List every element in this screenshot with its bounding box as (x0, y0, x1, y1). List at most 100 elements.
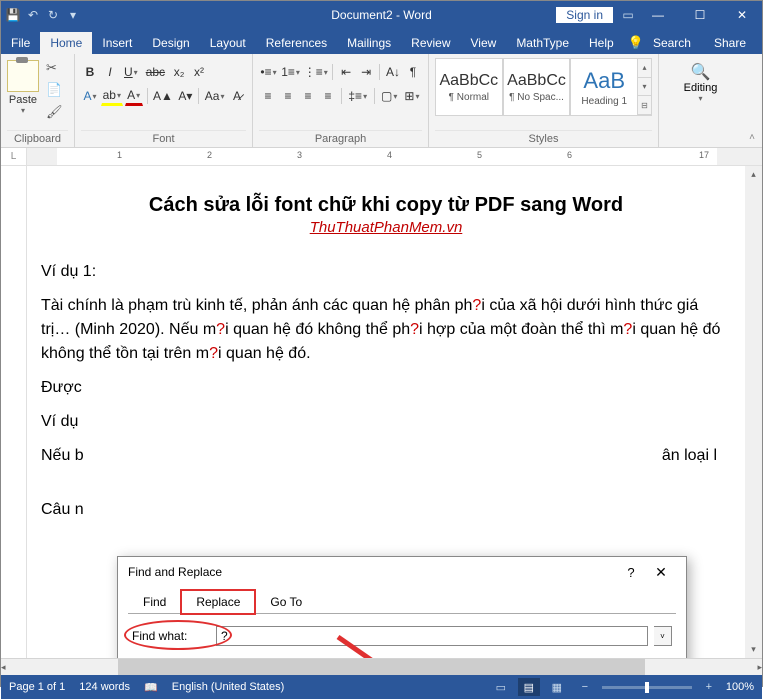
document-area: Cách sửa lỗi font chữ khi copy từ PDF sa… (1, 166, 762, 658)
signin-button[interactable]: Sign in (555, 6, 614, 24)
tab-references[interactable]: References (256, 32, 337, 54)
dialog-help-button[interactable]: ? (616, 565, 646, 580)
superscript-button[interactable]: x² (190, 62, 208, 82)
styles-scroll[interactable]: ▴▾⊟ (638, 58, 652, 116)
group-font: Font (81, 130, 246, 147)
web-layout-button[interactable]: ▦ (546, 678, 568, 696)
tab-review[interactable]: Review (401, 32, 460, 54)
bullets-button[interactable]: •≡▾ (259, 62, 278, 82)
increase-indent-button[interactable]: ⇥ (357, 62, 375, 82)
close-button[interactable]: ✕ (722, 1, 762, 29)
autosave-icon[interactable]: 💾 (5, 7, 21, 23)
style-heading1[interactable]: AaB Heading 1 (570, 58, 638, 116)
dialog-tab-replace[interactable]: Replace (181, 590, 255, 614)
doc-paragraph: Tài chính là phạm trù kinh tế, phản ánh … (41, 294, 731, 366)
share-button[interactable]: Share (706, 34, 754, 52)
tab-insert[interactable]: Insert (92, 32, 142, 54)
undo-icon[interactable]: ↶ (25, 7, 41, 23)
zoom-slider[interactable] (602, 686, 692, 689)
decrease-indent-button[interactable]: ⇤ (337, 62, 355, 82)
paste-icon[interactable] (7, 60, 39, 92)
align-left-button[interactable]: ≡ (259, 86, 277, 106)
window-title: Document2 - Word (331, 8, 431, 22)
align-center-button[interactable]: ≡ (279, 86, 297, 106)
qat-customize-icon[interactable]: ▾ (65, 7, 81, 23)
spellcheck-icon[interactable]: 📖 (144, 681, 158, 694)
redo-icon[interactable]: ↻ (45, 7, 61, 23)
style-normal[interactable]: AaBbCc ¶ Normal (435, 58, 503, 116)
dialog-tab-goto[interactable]: Go To (255, 590, 317, 614)
dialog-tab-find[interactable]: Find (128, 590, 181, 614)
zoom-level[interactable]: 100% (726, 681, 754, 693)
copy-icon[interactable]: 📄 (46, 82, 63, 98)
shading-button[interactable]: ▢▾ (378, 86, 399, 106)
sort-button[interactable]: A↓ (384, 62, 402, 82)
format-painter-icon[interactable]: 🖌 (46, 104, 63, 120)
language-indicator[interactable]: English (United States) (172, 681, 285, 693)
bold-button[interactable]: B (81, 62, 99, 82)
word-count[interactable]: 124 words (79, 681, 130, 693)
multilevel-button[interactable]: ⋮≡▾ (303, 62, 328, 82)
tab-help[interactable]: Help (579, 32, 624, 54)
borders-button[interactable]: ⊞▾ (402, 86, 422, 106)
grow-font-button[interactable]: A▲ (151, 86, 174, 106)
tab-design[interactable]: Design (142, 32, 199, 54)
search-box[interactable]: Search (647, 32, 697, 54)
print-layout-button[interactable]: ▤ (518, 678, 540, 696)
paste-button[interactable]: Paste (9, 94, 37, 106)
tab-home[interactable]: Home (40, 32, 92, 54)
page-indicator[interactable]: Page 1 of 1 (9, 681, 65, 693)
doc-paragraph: Câu n (41, 498, 731, 522)
doc-paragraph: Ví dụ (41, 410, 731, 434)
dialog-close-button[interactable]: ✕ (646, 564, 676, 581)
justify-button[interactable]: ≡ (319, 86, 337, 106)
group-styles: Styles (435, 130, 652, 147)
tab-file[interactable]: File (1, 32, 40, 54)
ribbon-options-icon[interactable]: ▭ (620, 7, 636, 23)
find-what-input[interactable] (216, 626, 648, 646)
scroll-thumb[interactable] (118, 659, 644, 675)
cut-icon[interactable]: ✂ (46, 60, 63, 76)
maximize-button[interactable]: ☐ (680, 1, 720, 29)
text-effects-button[interactable]: A▾ (81, 86, 99, 106)
scroll-down-icon[interactable]: ▾ (745, 641, 762, 658)
align-right-button[interactable]: ≡ (299, 86, 317, 106)
tab-mailings[interactable]: Mailings (337, 32, 401, 54)
doc-paragraph: Ví dụ 1: (41, 260, 731, 284)
highlight-button[interactable]: ab▾ (101, 86, 123, 106)
search-icon: 💡 (628, 35, 644, 51)
vertical-scrollbar[interactable]: ▴ ▾ (745, 166, 762, 658)
subscript-button[interactable]: x₂ (170, 62, 188, 82)
scroll-right-icon[interactable]: ▸ (757, 659, 762, 676)
italic-button[interactable]: I (101, 62, 119, 82)
zoom-in-button[interactable]: + (698, 678, 720, 696)
line-spacing-button[interactable]: ‡≡▾ (346, 86, 370, 106)
font-color-button[interactable]: A▾ (125, 86, 143, 106)
change-case-button[interactable]: Aa▾ (203, 86, 226, 106)
strikethrough-button[interactable]: abc (143, 62, 168, 82)
ruler-horizontal: L 1 2 3 4 5 6 17 (1, 148, 762, 166)
numbering-button[interactable]: 1≡▾ (280, 62, 301, 82)
ruler-corner: L (1, 148, 27, 165)
editing-button[interactable]: Editing (684, 82, 718, 94)
ruler-vertical (1, 166, 27, 658)
editing-icon[interactable]: 🔍 (691, 62, 711, 82)
zoom-out-button[interactable]: − (574, 678, 596, 696)
status-bar: Page 1 of 1 124 words 📖 English (United … (1, 675, 762, 699)
doc-paragraph: Được (41, 376, 731, 400)
document-page[interactable]: Cách sửa lỗi font chữ khi copy từ PDF sa… (41, 178, 731, 522)
shrink-font-button[interactable]: A▾ (176, 86, 194, 106)
find-dropdown-icon[interactable]: ˅ (654, 626, 672, 646)
show-marks-button[interactable]: ¶ (404, 62, 422, 82)
minimize-button[interactable]: ― (638, 1, 678, 29)
clear-formatting-button[interactable]: A̷ (228, 86, 246, 106)
scroll-up-icon[interactable]: ▴ (745, 166, 762, 183)
tab-mathtype[interactable]: MathType (506, 32, 579, 54)
underline-button[interactable]: U▾ (121, 62, 141, 82)
collapse-ribbon-button[interactable]: ˄ (742, 54, 762, 147)
tab-view[interactable]: View (461, 32, 507, 54)
style-no-spacing[interactable]: AaBbCc ¶ No Spac... (503, 58, 571, 116)
tab-layout[interactable]: Layout (200, 32, 256, 54)
read-mode-button[interactable]: ▭ (490, 678, 512, 696)
horizontal-scrollbar[interactable]: ◂ ▸ (1, 658, 762, 675)
